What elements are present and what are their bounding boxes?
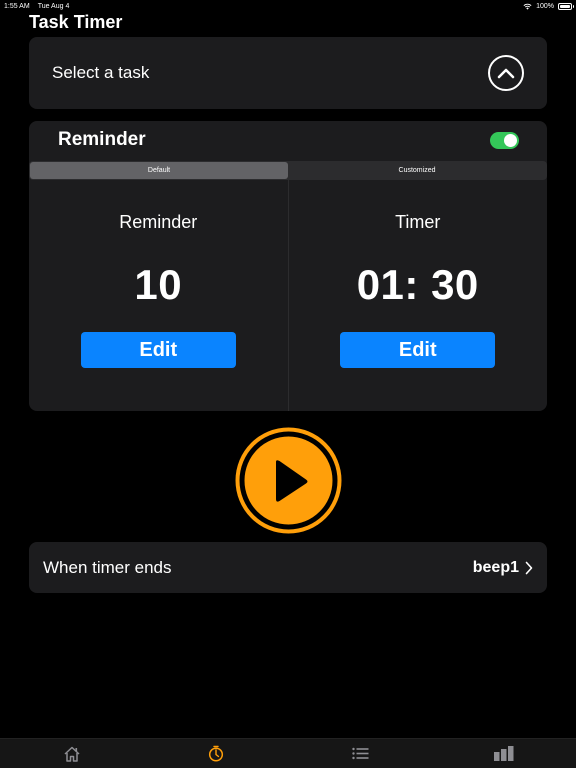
tab-list[interactable]	[288, 739, 432, 768]
timer-value: 01: 30	[356, 261, 479, 308]
tab-timer[interactable]	[144, 739, 288, 768]
reminder-value: 10	[134, 261, 183, 308]
reminder-panel-title: Reminder	[119, 212, 198, 232]
chevron-up-circle-icon[interactable]	[488, 55, 524, 91]
mode-segmented-control: Default Customized	[29, 161, 547, 180]
tab-stats[interactable]	[432, 739, 576, 768]
select-task-label: Select a task	[52, 63, 150, 82]
tab-bar	[0, 738, 576, 768]
reminder-toggle[interactable]	[490, 131, 519, 149]
list-icon	[351, 747, 368, 760]
timer-end-sound-row[interactable]: When timer ends beep1	[29, 542, 547, 593]
select-task-row[interactable]: Select a task	[29, 37, 547, 109]
play-button[interactable]	[234, 426, 343, 535]
reminder-card: Reminder Default Customized Reminder 10 …	[29, 121, 547, 411]
segment-customized[interactable]: Customized	[288, 162, 546, 179]
status-date: Tue Aug 4	[37, 2, 70, 10]
status-time: 1:55 AM	[4, 2, 30, 10]
reminder-panel: Reminder 10 Edit	[29, 180, 288, 411]
timer-panel: Timer 01: 30 Edit	[287, 180, 548, 411]
segment-default[interactable]: Default	[30, 162, 288, 179]
status-bar: 1:55 AM Tue Aug 4 100%	[0, 0, 576, 12]
play-icon	[235, 427, 342, 534]
edit-reminder-button[interactable]: Edit	[80, 332, 236, 368]
chevron-right-icon	[525, 561, 533, 574]
timer-end-sound-value: beep1	[472, 558, 519, 576]
battery-icon	[558, 2, 574, 10]
page-title: Task Timer	[29, 12, 123, 32]
timer-panel-title: Timer	[395, 212, 441, 232]
battery-percent: 100%	[536, 2, 554, 10]
bar-chart-icon	[494, 746, 514, 761]
reminder-heading: Reminder	[58, 129, 146, 150]
wifi-icon	[523, 3, 532, 10]
home-icon	[64, 746, 80, 762]
tab-home[interactable]	[0, 739, 144, 768]
edit-timer-button[interactable]: Edit	[340, 332, 496, 368]
timer-icon	[208, 745, 224, 762]
timer-end-label: When timer ends	[43, 557, 172, 577]
